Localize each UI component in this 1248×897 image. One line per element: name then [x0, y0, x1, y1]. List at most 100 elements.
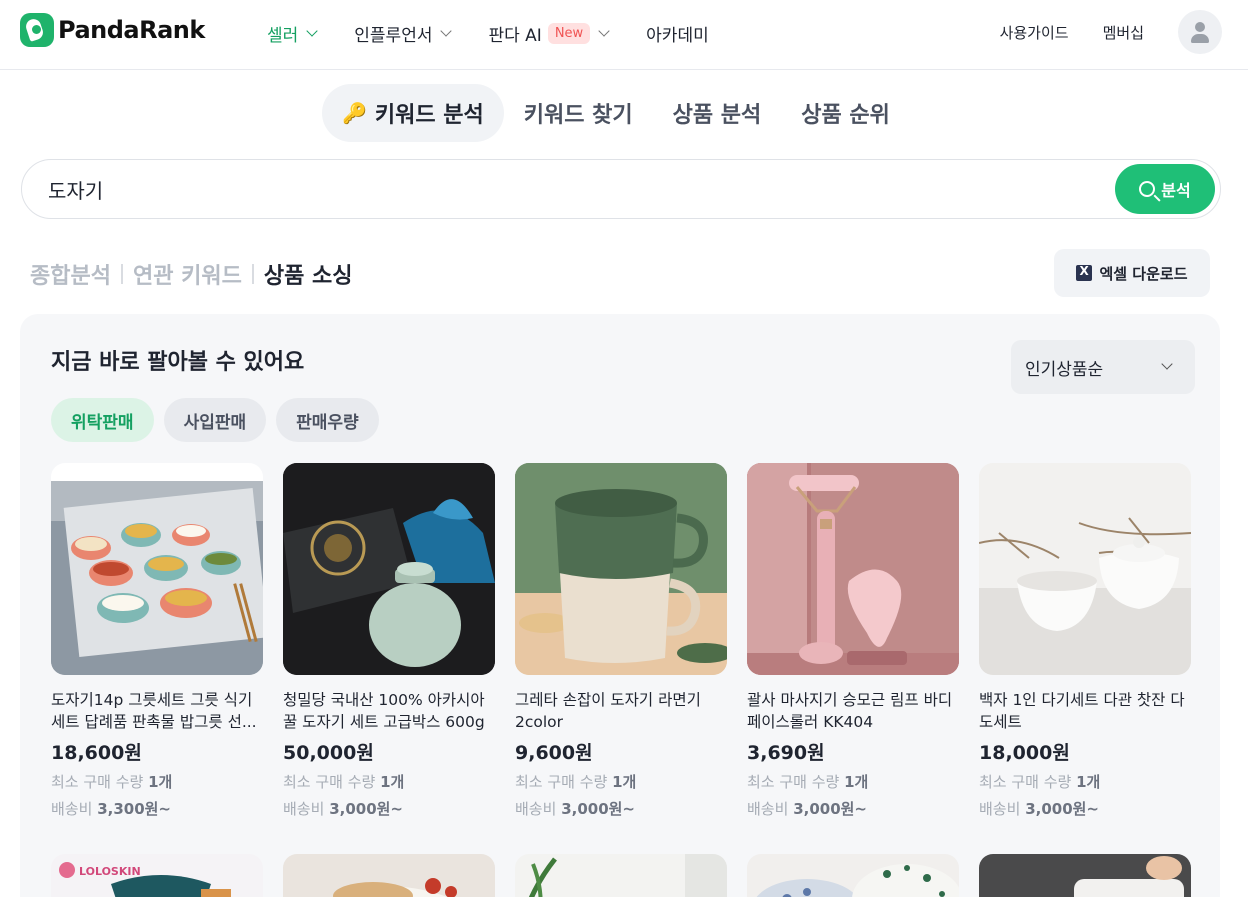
- tab-product-ranking[interactable]: 상품 순위: [781, 84, 910, 142]
- shipping-value: 3,000원~: [329, 800, 404, 818]
- product-image[interactable]: [283, 463, 495, 675]
- min-qty-label: 최소 구매 수량: [51, 773, 144, 791]
- product-shipping: 배송비 3,000원~: [747, 798, 959, 819]
- product-image[interactable]: [979, 463, 1191, 675]
- tab-keyword-analysis[interactable]: 🔑 키워드 분석: [322, 84, 504, 142]
- shipping-value: 3,000원~: [1025, 800, 1100, 818]
- product-card[interactable]: [283, 854, 495, 897]
- bowl-image: LOLOSKIN: [59, 862, 231, 897]
- main-nav: 셀러 인플루언서 판다 AI New 아카데미: [267, 0, 747, 66]
- sales-type-chips: 위탁판매 사입판매 판매우량: [51, 398, 389, 442]
- product-card[interactable]: 그레타 손잡이 도자기 라면기 2color 9,600원 최소 구매 수량 1…: [515, 463, 727, 819]
- nav-influencer[interactable]: 인플루언서: [354, 21, 453, 46]
- subtab-product-sourcing[interactable]: 상품 소싱: [264, 258, 353, 290]
- shipping-value: 3,000원~: [793, 800, 868, 818]
- product-card[interactable]: 청밀당 국내산 100% 아카시아 꿀 도자기 세트 고급박스 600g 50,…: [283, 463, 495, 819]
- product-min-qty: 최소 구매 수량 1개: [51, 771, 263, 792]
- nav-panda-ai[interactable]: 판다 AI New: [488, 21, 610, 46]
- nav-panda-ai-label: 판다 AI: [488, 25, 542, 46]
- chip-consignment[interactable]: 위탁판매: [51, 398, 154, 442]
- face-roller-image: [747, 463, 959, 675]
- membership-link[interactable]: 멤버십: [1103, 22, 1144, 43]
- product-card[interactable]: 백자 1인 다기세트 다관 찻잔 다도세트 18,000원 최소 구매 수량 1…: [979, 463, 1191, 819]
- chevron-down-icon: [1161, 358, 1173, 370]
- nav-academy[interactable]: 아카데미: [646, 21, 709, 46]
- chip-wholesale[interactable]: 사입판매: [163, 398, 267, 442]
- product-name[interactable]: 괄사 마사지기 승모근 림프 바디 페이스롤러 KK404: [747, 689, 959, 733]
- nav-influencer-label: 인플루언서: [354, 25, 433, 46]
- product-image[interactable]: [515, 463, 727, 675]
- product-card[interactable]: LOLOSKIN: [51, 854, 263, 897]
- chip-best-seller[interactable]: 판매우량: [276, 398, 379, 442]
- search-icon: [1139, 181, 1156, 197]
- excel-download-button[interactable]: 엑셀 다운로드: [1054, 249, 1210, 297]
- tab-keyword-find[interactable]: 키워드 찾기: [504, 84, 653, 142]
- top-header: PandaRank 셀러 인플루언서 판다 AI New 아카데미 사용가이드 …: [0, 0, 1248, 70]
- sourcing-panel: 지금 바로 팔아볼 수 있어요 인기상품순 위탁판매 사입판매 판매우량 도자기…: [20, 314, 1220, 897]
- product-min-qty: 최소 구매 수량 1개: [515, 771, 727, 792]
- user-guide-link[interactable]: 사용가이드: [1000, 22, 1069, 43]
- sort-select[interactable]: 인기상품순: [1011, 340, 1195, 394]
- tab-product-analysis[interactable]: 상품 분석: [653, 84, 782, 142]
- search-input[interactable]: [48, 160, 1048, 218]
- product-card[interactable]: 괄사 마사지기 승모근 림프 바디 페이스롤러 KK404 3,690원 최소 …: [747, 463, 959, 819]
- min-qty-label: 최소 구매 수량: [979, 773, 1072, 791]
- min-qty-label: 최소 구매 수량: [747, 773, 840, 791]
- product-name[interactable]: 그레타 손잡이 도자기 라면기 2color: [515, 689, 727, 733]
- white-box-image: [1074, 856, 1184, 897]
- product-card[interactable]: [979, 854, 1191, 897]
- product-name[interactable]: 도자기14p 그릇세트 그릇 식기 세트 답례품 판촉물 밥그릇 선...: [51, 689, 263, 733]
- product-image[interactable]: LOLOSKIN: [51, 854, 263, 897]
- analyze-button[interactable]: 분석: [1115, 164, 1215, 214]
- product-grid: 도자기14p 그릇세트 그릇 식기 세트 답례품 판촉물 밥그릇 선... 18…: [51, 463, 1211, 819]
- mug-stack-image: [515, 463, 727, 675]
- product-price: 50,000원: [283, 742, 374, 764]
- product-image[interactable]: [747, 854, 959, 897]
- product-name[interactable]: 백자 1인 다기세트 다관 찻잔 다도세트: [979, 689, 1191, 733]
- excel-icon: [1076, 264, 1093, 281]
- divider: [251, 264, 254, 284]
- tea-set-image: [979, 463, 1191, 675]
- product-image[interactable]: [283, 854, 495, 897]
- product-shipping: 배송비 3,000원~: [283, 798, 495, 819]
- key-icon: 🔑: [342, 101, 367, 125]
- logo[interactable]: PandaRank: [20, 13, 205, 47]
- product-image[interactable]: [51, 463, 263, 675]
- product-image[interactable]: [747, 463, 959, 675]
- product-shipping: 배송비 3,000원~: [515, 798, 727, 819]
- divider: [120, 264, 123, 284]
- product-min-qty: 최소 구매 수량 1개: [283, 771, 495, 792]
- panda-logo-icon: [20, 13, 54, 47]
- honey-jar-set-image: [283, 463, 495, 675]
- product-price: 18,600원: [51, 742, 142, 764]
- product-min-qty: 최소 구매 수량 1개: [747, 771, 959, 792]
- header-right: 사용가이드 멤버십: [1000, 10, 1222, 54]
- product-card[interactable]: 도자기14p 그릇세트 그릇 식기 세트 답례품 판촉물 밥그릇 선... 18…: [51, 463, 263, 819]
- nav-academy-label: 아카데미: [646, 25, 709, 46]
- nav-seller-label: 셀러: [267, 25, 299, 46]
- nav-seller[interactable]: 셀러: [267, 21, 318, 46]
- subtab-related-keywords[interactable]: 연관 키워드: [133, 258, 242, 290]
- brand-text: LOLOSKIN: [79, 865, 141, 878]
- min-qty-value: 1개: [612, 773, 637, 791]
- analyze-button-label: 분석: [1161, 181, 1191, 200]
- product-price: 9,600원: [515, 742, 593, 764]
- subtab-overview[interactable]: 종합분석: [30, 258, 111, 290]
- avatar[interactable]: [1178, 10, 1222, 54]
- product-shipping: 배송비 3,000원~: [979, 798, 1191, 819]
- min-qty-value: 1개: [380, 773, 405, 791]
- product-card[interactable]: [515, 854, 727, 897]
- new-badge: New: [547, 22, 591, 44]
- tab-product-analysis-label: 상품 분석: [672, 103, 762, 128]
- sub-tabs: 종합분석 연관 키워드 상품 소싱: [30, 258, 352, 290]
- shipping-value: 3,300원~: [97, 800, 172, 818]
- product-image[interactable]: [979, 854, 1191, 897]
- shipping-label: 배송비: [283, 800, 325, 818]
- product-image[interactable]: [515, 854, 727, 897]
- product-card[interactable]: [747, 854, 959, 897]
- analysis-tabs: 🔑 키워드 분석 키워드 찾기 상품 분석 상품 순위: [322, 84, 910, 142]
- shipping-label: 배송비: [515, 800, 557, 818]
- tab-keyword-analysis-label: 키워드 분석: [374, 103, 484, 128]
- shipping-label: 배송비: [747, 800, 789, 818]
- product-name[interactable]: 청밀당 국내산 100% 아카시아 꿀 도자기 세트 고급박스 600g: [283, 689, 495, 733]
